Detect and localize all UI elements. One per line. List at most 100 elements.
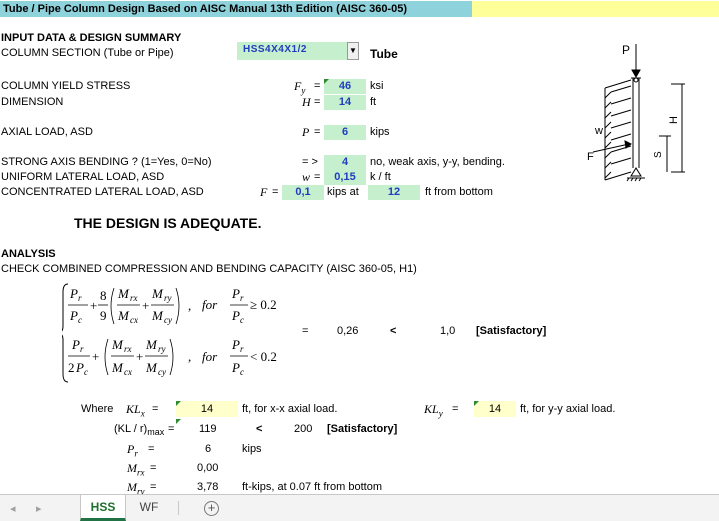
tab-divider: [178, 501, 179, 515]
mry-symbol: Mry: [127, 480, 145, 494]
f-symbol: F: [260, 185, 268, 199]
section-type: Tube: [370, 47, 398, 61]
svg-text:P: P: [71, 337, 80, 352]
f-value: 0,1: [295, 186, 311, 198]
tab-hss[interactable]: HSS: [80, 495, 126, 521]
num-8: 8: [100, 288, 107, 303]
slenderness-limit: 200: [294, 423, 313, 435]
add-sheet-icon[interactable]: +: [204, 501, 219, 516]
title-bar: Tube / Pipe Column Design Based on AISC …: [0, 1, 719, 17]
svg-text:P: P: [231, 308, 240, 323]
fy-symbol: Fy: [294, 79, 306, 96]
num-2: 2: [68, 360, 75, 375]
diagram-h-label: H: [668, 116, 680, 124]
h-value: 14: [338, 96, 352, 108]
axial-load-label: AXIAL LOAD, ASD: [1, 126, 93, 138]
svg-text:r: r: [240, 344, 244, 354]
tab-wf[interactable]: WF: [130, 495, 168, 521]
prev-sheet-icon[interactable]: ◂: [10, 502, 16, 515]
mrx-symbol: Mrx: [127, 461, 145, 478]
interaction-formula: Pr Pc + 8 9 Mrx Mcx + Mry Mcy , for Pr P…: [62, 283, 277, 383]
svg-text:,: ,: [188, 298, 191, 313]
diagram-p-label: P: [622, 43, 630, 57]
column-section-dropdown[interactable]: HSS4X4X1/2 ▼: [237, 42, 359, 60]
svg-text:P: P: [69, 308, 78, 323]
h-eq: =: [314, 96, 321, 108]
p-eq: =: [314, 126, 321, 138]
pr-symbol: Pr: [127, 442, 138, 459]
pr-unit: kips: [242, 443, 262, 455]
pr-eq: =: [148, 443, 155, 455]
yield-stress-label: COLUMN YIELD STRESS: [1, 80, 131, 92]
svg-text:r: r: [80, 344, 84, 354]
interaction-limit: 1,0: [440, 325, 456, 337]
kly-value: 14: [488, 403, 502, 415]
fy-value: 46: [338, 80, 352, 92]
interaction-eq: =: [302, 325, 309, 337]
svg-text:M: M: [145, 360, 158, 375]
sheet-tab-bar: ◂ ▸ HSS WF +: [0, 494, 719, 521]
interaction-ratio: 0,26: [337, 325, 359, 337]
svg-text:+: +: [142, 298, 149, 313]
diagram-w-label: w: [594, 125, 603, 137]
svg-text:c: c: [240, 367, 244, 377]
svg-text:ry: ry: [158, 344, 166, 354]
kly-note: ft, for y-y axial load.: [520, 403, 616, 415]
klx-symbol: KLx: [126, 402, 145, 419]
svg-text:cx: cx: [124, 367, 132, 377]
mrx-eq: =: [150, 462, 157, 474]
svg-text:+: +: [90, 298, 97, 313]
next-sheet-icon[interactable]: ▸: [36, 502, 42, 515]
sheet-title: Tube / Pipe Column Design Based on AISC …: [3, 3, 407, 15]
fy-unit: ksi: [370, 80, 384, 92]
klx-eq: =: [152, 403, 159, 415]
for-2: for: [202, 349, 218, 364]
p-symbol: P: [302, 125, 310, 139]
diagram-f-label: F: [587, 151, 594, 163]
svg-text:rx: rx: [130, 293, 138, 303]
svg-text:M: M: [151, 286, 164, 301]
p-value: 6: [341, 126, 349, 138]
condition-2: < 0.2: [250, 349, 277, 364]
svg-text:M: M: [117, 286, 130, 301]
chevron-down-icon[interactable]: ▼: [347, 42, 359, 60]
strong-axis-note: no, weak axis, y-y, bending.: [370, 156, 505, 168]
slenderness-label: (KL / r)max: [114, 423, 165, 438]
slenderness-status: [Satisfactory]: [327, 423, 398, 435]
w-symbol: w: [302, 170, 311, 184]
at-value: 12: [387, 186, 401, 198]
num-9: 9: [100, 308, 107, 323]
svg-text:M: M: [111, 360, 124, 375]
column-section-label: COLUMN SECTION (Tube or Pipe): [1, 47, 174, 59]
worksheet[interactable]: Tube / Pipe Column Design Based on AISC …: [0, 0, 719, 494]
svg-text:r: r: [78, 293, 82, 303]
svg-text:M: M: [145, 337, 158, 352]
svg-text:cy: cy: [164, 315, 172, 325]
f-eq: =: [272, 186, 279, 198]
condition-1: ≥ 0.2: [250, 297, 277, 312]
strong-axis-label: STRONG AXIS BENDING ? (1=Yes, 0=No): [1, 156, 212, 168]
interaction-status: [Satisfactory]: [476, 325, 547, 337]
slenderness-value: 119: [199, 423, 217, 435]
mry-eq: =: [150, 481, 157, 493]
svg-text:cx: cx: [130, 315, 138, 325]
column-diagram: P w F H S: [587, 43, 685, 182]
slenderness-eq: =: [168, 423, 175, 435]
design-result: THE DESIGN IS ADEQUATE.: [74, 215, 262, 231]
svg-text:r: r: [240, 293, 244, 303]
for-1: for: [202, 297, 218, 312]
svg-text:rx: rx: [124, 344, 132, 354]
slenderness-lt: <: [256, 423, 263, 435]
svg-text:c: c: [78, 315, 82, 325]
strong-axis-value: 4: [341, 156, 349, 168]
h-unit: ft: [370, 96, 377, 108]
comment-indicator: [176, 419, 181, 424]
klx-value: 14: [200, 403, 214, 415]
w-value: 0,15: [334, 171, 356, 183]
svg-text:+: +: [92, 349, 99, 364]
kly-symbol: KLy: [424, 402, 443, 419]
column-section-value: HSS4X4X1/2: [243, 44, 307, 55]
svg-text:P: P: [231, 337, 240, 352]
svg-text:c: c: [84, 367, 88, 377]
uniform-load-label: UNIFORM LATERAL LOAD, ASD: [1, 171, 165, 183]
